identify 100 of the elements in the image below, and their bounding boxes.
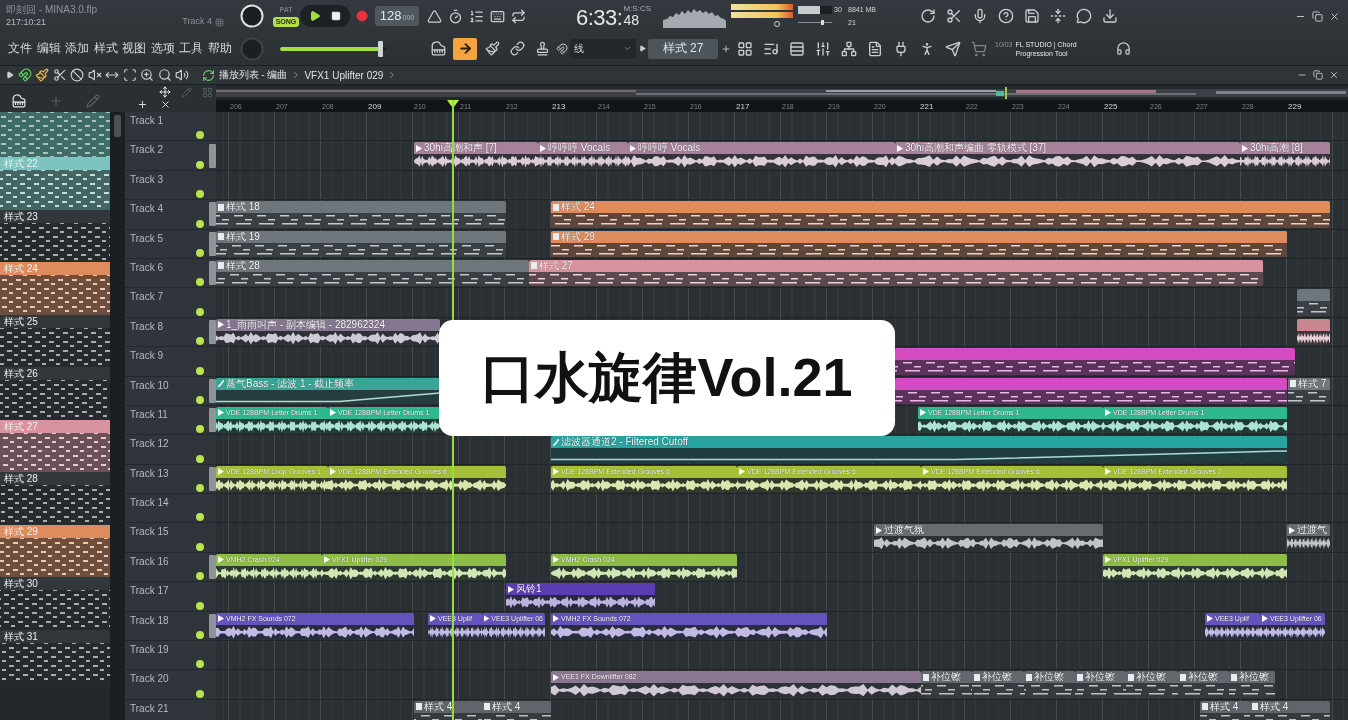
pattern-clip[interactable]: 补位镲 [1075, 671, 1126, 698]
pattern-clip[interactable]: 补位镲 [1126, 671, 1178, 698]
pattern-clip[interactable]: 样式 4 [1200, 700, 1250, 720]
audio-clip[interactable]: 30hi高潮和声 [7] [414, 142, 538, 169]
breadcrumb-item[interactable]: VFX1 Uplifter 029 [304, 69, 384, 81]
piano-icon[interactable] [12, 94, 26, 108]
pattern-item[interactable]: 样式 25 [0, 314, 110, 367]
track-header[interactable]: Track 13 [125, 464, 216, 495]
pattern-clip[interactable] [1297, 289, 1330, 316]
pattern-clip[interactable]: 样式 4 [1250, 700, 1330, 720]
led-icon[interactable] [196, 131, 204, 140]
audio-clip[interactable]: 哼哼哼 Vocals [538, 142, 628, 169]
track-header[interactable]: Track 18 [125, 611, 216, 642]
track-header[interactable]: Track 2 [125, 141, 216, 171]
menu-item[interactable]: 视图 [122, 40, 146, 57]
microphone-icon[interactable] [972, 8, 988, 24]
pattern-item[interactable]: 样式 30 [0, 577, 110, 630]
move-icon[interactable] [159, 86, 171, 98]
led-icon[interactable] [196, 278, 204, 287]
slider-handle[interactable] [821, 20, 825, 25]
audio-clip[interactable]: 哼哼哼 Vocals [628, 142, 895, 169]
rotate-icon[interactable] [920, 8, 936, 24]
help-icon[interactable] [998, 8, 1014, 24]
pattern-clip[interactable]: 样式 7 [1288, 377, 1330, 404]
search-icon[interactable] [157, 68, 172, 82]
audio-clip[interactable]: 风铃1 [506, 583, 655, 610]
scrollbar-thumb[interactable] [114, 115, 121, 137]
audio-clip[interactable]: 30hi高潮 [8] [1240, 142, 1330, 169]
led-icon[interactable] [196, 307, 204, 316]
led-icon[interactable] [196, 542, 204, 551]
file-icon[interactable] [867, 40, 883, 57]
slider-handle[interactable] [377, 40, 383, 57]
numbered-list-icon[interactable] [469, 8, 484, 24]
pattern-selector[interactable]: 样式 27 [648, 38, 718, 59]
led-icon[interactable] [196, 190, 204, 199]
menu-item[interactable]: 样式 [93, 40, 118, 57]
tool-button[interactable] [453, 37, 477, 60]
pattern-clip[interactable] [895, 377, 1287, 404]
snap-dropdown[interactable]: 线 [570, 38, 636, 59]
led-icon[interactable] [196, 454, 204, 463]
triangle-icon[interactable] [427, 8, 442, 24]
led-icon[interactable] [196, 160, 204, 169]
pattern-clip[interactable]: 样式 4 [482, 700, 551, 720]
pattern-clip[interactable]: 样式 18 [216, 201, 506, 228]
audio-clip[interactable]: 过渡气氛 [874, 524, 1103, 551]
pattern-item[interactable]: 样式 23 [0, 209, 110, 262]
fold-icon[interactable] [1050, 8, 1066, 24]
menu-item[interactable]: 选项 [150, 40, 175, 57]
led-icon[interactable] [196, 395, 204, 404]
track-header[interactable]: Track 6 [125, 258, 216, 289]
audio-clip[interactable]: 1_雨雨叫声 - 副本编辑 - 282962324 [216, 318, 440, 346]
led-icon[interactable] [196, 484, 204, 493]
pattern-clip[interactable]: 补位镲 [972, 671, 1024, 698]
plus-icon[interactable] [721, 43, 731, 54]
chat-icon[interactable] [1076, 8, 1092, 24]
track-header[interactable]: Track 5 [125, 229, 216, 259]
track-header[interactable]: Track 8 [125, 317, 216, 348]
timer-icon[interactable] [448, 8, 463, 24]
pattern-clip[interactable]: 补位镲 [1178, 671, 1229, 698]
restore-icon[interactable] [1312, 10, 1323, 22]
scissors-icon[interactable] [946, 8, 962, 24]
led-icon[interactable] [196, 689, 204, 698]
zoom-icon[interactable] [140, 68, 154, 82]
plug-icon[interactable] [893, 40, 909, 57]
track-header[interactable]: Track 16 [125, 552, 216, 583]
track-header[interactable]: Track 11 [125, 405, 216, 436]
pattern-clip[interactable]: 样式 4 [414, 700, 482, 720]
led-icon[interactable] [196, 425, 204, 434]
speaker-icon[interactable] [175, 68, 189, 82]
magnet-icon[interactable] [556, 42, 568, 55]
audio-clip[interactable] [1297, 318, 1330, 346]
close-icon[interactable] [160, 99, 171, 110]
grid-icon[interactable] [737, 40, 753, 57]
audio-clip[interactable]: 30hi高潮和声编曲 零轨模式 [37] [895, 142, 1240, 169]
tree-icon[interactable] [841, 40, 857, 57]
menu-item[interactable]: 添加 [65, 40, 89, 57]
overview-strip[interactable] [216, 85, 1348, 100]
track-header[interactable]: Track 10 [125, 376, 216, 406]
menu-item[interactable]: 帮助 [207, 40, 232, 57]
menu-item[interactable]: 工具 [179, 40, 203, 57]
headphones-icon[interactable] [1116, 41, 1131, 56]
close-icon[interactable] [1328, 70, 1339, 80]
pattern-clip[interactable]: 样式 28 [216, 259, 529, 287]
pattern-item[interactable]: 样式 28 [0, 472, 110, 525]
led-icon[interactable] [196, 366, 204, 375]
led-icon[interactable] [196, 572, 204, 581]
led-icon[interactable] [196, 631, 204, 640]
close-icon[interactable] [1329, 10, 1340, 22]
scrollbar[interactable] [110, 112, 125, 720]
magnet-icon[interactable] [17, 68, 32, 82]
led-icon[interactable] [196, 601, 204, 610]
pattern-item[interactable]: 样式 26 [0, 367, 110, 420]
keyboard-icon[interactable] [490, 8, 505, 24]
triangle-icon[interactable] [639, 45, 646, 52]
pattern-clip[interactable]: 样式 19 [216, 230, 506, 257]
audio-clip[interactable]: 过渡气 [1287, 524, 1330, 551]
ban-icon[interactable] [70, 68, 84, 82]
pattern-clip[interactable] [895, 348, 1295, 375]
save-icon[interactable] [1024, 8, 1040, 24]
stop-icon[interactable] [331, 11, 341, 21]
